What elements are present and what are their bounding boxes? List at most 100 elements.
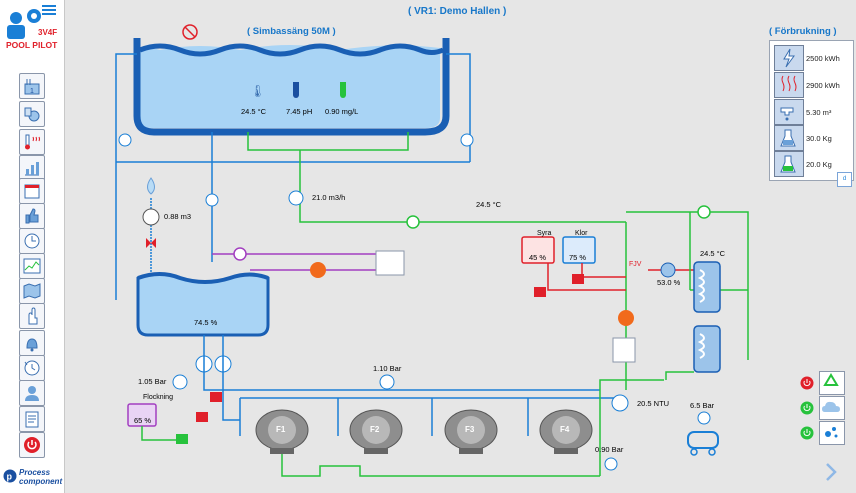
notepad-icon — [25, 411, 39, 428]
weather-button[interactable] — [819, 396, 845, 420]
power-button-2[interactable] — [800, 401, 814, 415]
filter-f4-label: F4 — [560, 425, 570, 434]
ph-test-tube-icon — [293, 82, 299, 98]
filter-pressure-bottom-value: 0.90 Bar — [595, 445, 624, 454]
bell-icon — [26, 338, 38, 352]
pressure-gauge-left — [172, 374, 188, 390]
calendar-button[interactable] — [19, 178, 45, 204]
riser-pump-arrow — [618, 310, 634, 326]
temperature-button[interactable] — [19, 129, 45, 155]
filter-pressure-top-value: 1.10 Bar — [373, 364, 402, 373]
fjv-valve — [660, 262, 676, 278]
klor-label: Klor — [575, 230, 588, 237]
users-button[interactable] — [19, 380, 45, 406]
heat-row[interactable] — [774, 72, 804, 98]
pool-skimmer-right — [460, 133, 474, 147]
user-icon — [25, 386, 39, 401]
pump-pressure-value: 1.05 Bar — [138, 377, 167, 386]
flock-level: 65 % — [134, 416, 152, 425]
water-volume-value: 0.88 m3 — [164, 212, 192, 221]
thermometer-icon — [25, 134, 40, 150]
history-icon — [24, 360, 40, 376]
recycle-button[interactable] — [819, 371, 845, 395]
chlorine-row[interactable] — [774, 151, 804, 177]
power-off-button[interactable] — [19, 432, 45, 458]
pool-chlorine: 0.90 mg/L — [325, 107, 359, 116]
heat-value: 2900 kWh — [806, 81, 840, 90]
water-value: 5.30 m³ — [806, 108, 832, 117]
alarm-button[interactable] — [19, 330, 45, 356]
water-row[interactable] — [774, 99, 804, 125]
electricity-value: 2500 kWh — [806, 54, 840, 63]
flow-meter-dial — [288, 190, 304, 206]
acid-flask-icon — [780, 129, 796, 147]
process-diagram — [115, 24, 749, 477]
chlorine-value: 20.0 Kg — [806, 160, 832, 169]
bar-chart-icon — [25, 162, 39, 176]
flock-label: Flockning — [143, 394, 173, 401]
flock-pump — [176, 434, 188, 444]
pool-title: ( Simbassäng 50M ) — [247, 26, 336, 37]
syra-label: Syra — [537, 230, 552, 237]
make-up-water-drop — [147, 177, 155, 195]
vendor-line-1: Process — [19, 468, 51, 477]
pool-ph: 7.45 pH — [286, 107, 313, 116]
map-icon — [23, 283, 41, 299]
graph-button[interactable] — [19, 253, 45, 279]
pump-icon — [24, 107, 40, 122]
history-button[interactable] — [19, 355, 45, 381]
approve-button[interactable] — [19, 203, 45, 229]
sparkle-icon — [825, 427, 838, 438]
filter-pressure-gauge — [379, 374, 395, 390]
acid-row[interactable] — [774, 125, 804, 151]
recycle-icon — [823, 373, 839, 386]
vendor-line-2: component — [19, 477, 63, 486]
power-button-3[interactable] — [800, 426, 814, 440]
main-flow-value: 21.0 m3/h — [312, 193, 346, 202]
drain-check-valve — [205, 193, 219, 207]
syra-pump — [534, 287, 546, 297]
fjv-valve-value: 53.0 % — [657, 278, 681, 287]
line-graph-icon — [23, 258, 41, 274]
timer-button[interactable] — [19, 228, 45, 254]
pool-temp-icon: 🌡 — [250, 84, 266, 98]
hand-pointer-icon — [28, 307, 38, 325]
acid-value: 30.0 Kg — [806, 134, 832, 143]
klor-pump — [572, 274, 584, 284]
manual-control-button[interactable] — [19, 303, 45, 329]
compressor-pressure-value: 6.5 Bar — [690, 401, 715, 410]
pool-temperature: 24.5 °C — [241, 107, 267, 116]
pool-skimmer-left — [118, 133, 132, 147]
compressor-icon — [687, 411, 719, 456]
pool-overview-button[interactable]: 1 — [19, 73, 45, 99]
chemical-pump-orange — [310, 262, 326, 278]
map-button[interactable] — [19, 278, 45, 304]
return-flow-arrow — [406, 215, 420, 229]
filter-f1-label: F1 — [276, 425, 286, 434]
consumption-detail-button[interactable]: d — [837, 172, 852, 187]
fjv-label: FJV — [629, 261, 642, 268]
water-tap-icon — [780, 107, 794, 121]
notes-button[interactable] — [19, 406, 45, 432]
next-page-chevron-icon[interactable] — [823, 461, 839, 483]
klor-level: 75 % — [569, 253, 587, 262]
pool-return-green — [247, 132, 626, 223]
syra-level: 45 % — [529, 253, 547, 262]
filter-f2-label: F2 — [370, 425, 380, 434]
electricity-row[interactable] — [774, 45, 804, 71]
light-sensor — [612, 337, 636, 363]
cleaning-button[interactable] — [819, 421, 845, 445]
filter-f3-label: F3 — [465, 425, 475, 434]
power-button-1[interactable] — [800, 376, 814, 390]
heat-exchanger-1 — [693, 261, 721, 313]
heat-exchanger-2 — [693, 325, 721, 373]
thumbs-up-icon — [25, 208, 39, 224]
svg-text:1: 1 — [30, 88, 34, 95]
balance-tank-level: 74.5 % — [194, 318, 218, 327]
power-icon — [24, 437, 40, 453]
filter-settings-button[interactable] — [19, 101, 45, 127]
brand-subtitle: POOL PILOT — [6, 40, 58, 50]
sidebar: 3V4F POOL PILOT 1 p Process component — [0, 0, 65, 493]
chlorine-test-tube-icon — [340, 82, 346, 98]
turbidity-meter — [611, 394, 629, 412]
